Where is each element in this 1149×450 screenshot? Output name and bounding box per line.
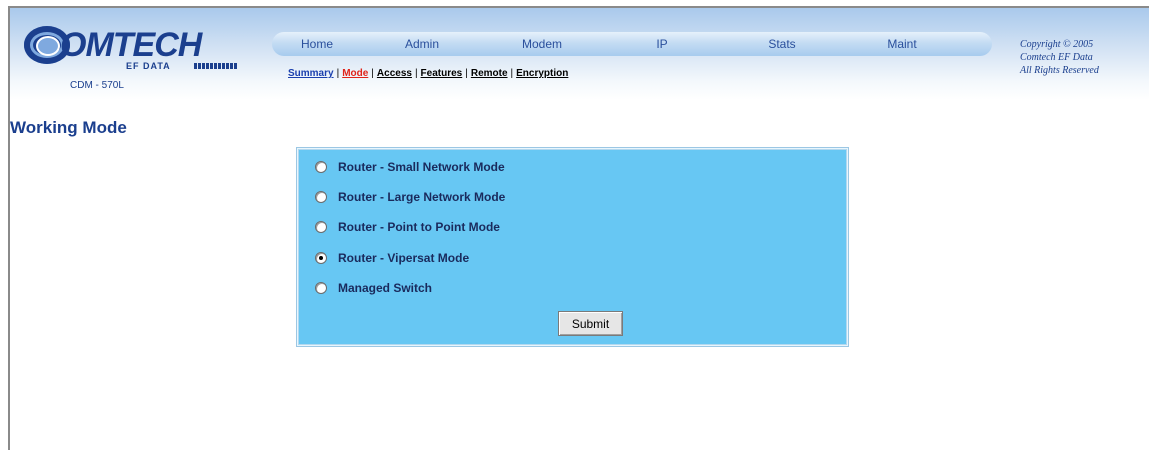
radio-button[interactable] bbox=[315, 282, 327, 294]
device-model: CDM - 570L bbox=[70, 80, 124, 91]
mode-option-label: Managed Switch bbox=[338, 281, 433, 295]
subnav-separator: | bbox=[510, 68, 514, 79]
subnav-encryption[interactable]: Encryption bbox=[516, 68, 568, 79]
nav-home[interactable]: Home bbox=[272, 37, 362, 51]
subnav-separator: | bbox=[414, 68, 418, 79]
logo-wordmark: OMTECH bbox=[60, 26, 202, 64]
logo-bars-icon bbox=[194, 63, 238, 69]
copyright-line: All Rights Reserved bbox=[1020, 65, 1099, 76]
radio-button[interactable] bbox=[315, 221, 327, 233]
logo-ring-center bbox=[36, 36, 60, 56]
header: OMTECH EF DATA CDM - 570L Home Admin Mod… bbox=[10, 8, 1149, 100]
page-frame: OMTECH EF DATA CDM - 570L Home Admin Mod… bbox=[8, 6, 1149, 450]
mode-option-label: Router - Large Network Mode bbox=[338, 190, 506, 204]
page-title: Working Mode bbox=[10, 118, 127, 137]
subnav-remote[interactable]: Remote bbox=[471, 68, 508, 79]
radio-button[interactable] bbox=[315, 191, 327, 203]
radio-button[interactable] bbox=[315, 252, 327, 264]
mode-option-label: Router - Point to Point Mode bbox=[338, 220, 500, 234]
mode-option-label: Router - Vipersat Mode bbox=[338, 251, 470, 265]
main-nav: Home Admin Modem IP Stats Maint bbox=[272, 32, 992, 56]
subnav-mode[interactable]: Mode bbox=[342, 68, 368, 79]
subnav-summary[interactable]: Summary bbox=[288, 68, 334, 79]
radio-button[interactable] bbox=[315, 161, 327, 173]
nav-admin[interactable]: Admin bbox=[362, 37, 482, 51]
nav-modem[interactable]: Modem bbox=[482, 37, 602, 51]
mode-option-large-network[interactable]: Router - Large Network Mode bbox=[315, 188, 505, 206]
nav-ip[interactable]: IP bbox=[602, 37, 722, 51]
mode-option-label: Router - Small Network Mode bbox=[338, 160, 505, 174]
copyright-line: Comtech EF Data bbox=[1020, 52, 1093, 63]
logo-subtitle: EF DATA bbox=[126, 61, 171, 71]
copyright-line: Copyright © 2005 bbox=[1020, 39, 1094, 50]
mode-option-managed-switch[interactable]: Managed Switch bbox=[315, 279, 432, 297]
copyright-notice: Copyright © 2005 Comtech EF Data All Rig… bbox=[1020, 38, 1149, 77]
mode-option-small-network[interactable]: Router - Small Network Mode bbox=[315, 158, 505, 176]
working-mode-form: Router - Small Network Mode Router - Lar… bbox=[298, 149, 847, 345]
submit-button[interactable]: Submit bbox=[558, 311, 623, 336]
subnav-features[interactable]: Features bbox=[421, 68, 463, 79]
subnav-access[interactable]: Access bbox=[377, 68, 412, 79]
subnav-separator: | bbox=[336, 68, 340, 79]
subnav-separator: | bbox=[465, 68, 468, 79]
subnav-separator: | bbox=[371, 68, 374, 79]
comtech-logo: OMTECH EF DATA bbox=[24, 26, 254, 78]
nav-maint[interactable]: Maint bbox=[842, 37, 962, 51]
sub-nav: Summary | Mode | Access | Features | Remote | Encr… bbox=[288, 68, 568, 79]
mode-option-point-to-point[interactable]: Router - Point to Point Mode bbox=[315, 218, 500, 236]
mode-option-vipersat[interactable]: Router - Vipersat Mode bbox=[315, 249, 469, 267]
nav-stats[interactable]: Stats bbox=[722, 37, 842, 51]
